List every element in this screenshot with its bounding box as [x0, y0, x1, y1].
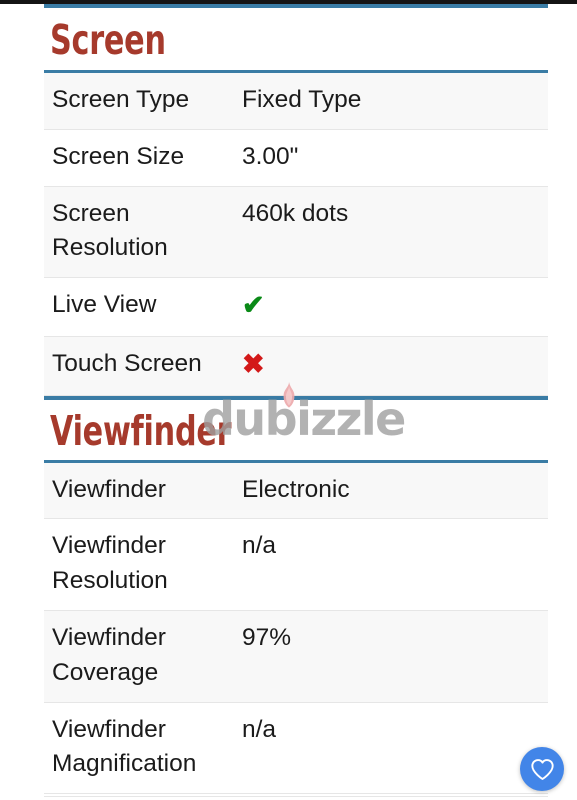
- spec-label: Viewfinder Resolution: [44, 518, 238, 612]
- spec-value: 3.00": [238, 129, 548, 187]
- favourite-button[interactable]: [520, 747, 564, 791]
- section-title-viewfinder: Viewfinder: [50, 406, 232, 455]
- table-row: Live View ✔: [44, 277, 548, 337]
- spec-value: Fixed Type: [238, 73, 548, 130]
- spec-value: n/a: [238, 518, 548, 612]
- table-row: Touch Screen ✖: [44, 336, 548, 396]
- bottom-separator: [44, 796, 548, 797]
- spec-label: Viewfinder: [44, 462, 238, 520]
- table-row: Viewfinder Magnification n/a: [44, 702, 548, 795]
- spec-value: 97%: [238, 610, 548, 703]
- table-row: Screen Resolution 460k dots: [44, 186, 548, 279]
- spec-label: Screen Resolution: [44, 186, 238, 279]
- spec-value: ✖: [238, 336, 548, 396]
- section-title-screen: Screen: [50, 16, 166, 64]
- table-row: Screen Size 3.00": [44, 129, 548, 187]
- spec-value: Electronic: [238, 462, 548, 520]
- spec-value: 460k dots: [238, 186, 548, 279]
- spec-label: Viewfinder Magnification: [44, 702, 238, 795]
- cross-icon: ✖: [242, 348, 265, 379]
- spec-label: Live View: [44, 277, 238, 337]
- heart-icon: [530, 758, 554, 780]
- spec-label: Viewfinder Coverage: [44, 610, 238, 703]
- section-heading-wrap-viewfinder: Viewfinder: [44, 400, 548, 460]
- table-row: Screen Type Fixed Type: [44, 73, 548, 130]
- spec-label: Screen Type: [44, 73, 238, 130]
- check-icon: ✔: [242, 290, 265, 321]
- spec-value: n/a: [238, 702, 548, 795]
- section-viewfinder: Viewfinder Viewfinder Electronic Viewfin…: [44, 395, 548, 795]
- spec-page: Screen Screen Type Fixed Type Screen Siz…: [0, 4, 577, 800]
- status-bar-band: [0, 0, 577, 4]
- section-heading-wrap-screen: Screen: [44, 8, 548, 70]
- table-row: Viewfinder Electronic: [44, 462, 548, 520]
- spec-table-viewfinder: Viewfinder Electronic Viewfinder Resolut…: [44, 462, 548, 795]
- spec-label: Screen Size: [44, 129, 238, 187]
- spec-value: ✔: [238, 277, 548, 337]
- spec-content: Screen Screen Type Fixed Type Screen Siz…: [44, 4, 548, 795]
- section-screen: Screen Screen Type Fixed Type Screen Siz…: [44, 4, 548, 396]
- spec-table-screen: Screen Type Fixed Type Screen Size 3.00"…: [44, 73, 548, 396]
- spec-label: Touch Screen: [44, 336, 238, 396]
- table-row: Viewfinder Resolution n/a: [44, 518, 548, 612]
- table-row: Viewfinder Coverage 97%: [44, 610, 548, 703]
